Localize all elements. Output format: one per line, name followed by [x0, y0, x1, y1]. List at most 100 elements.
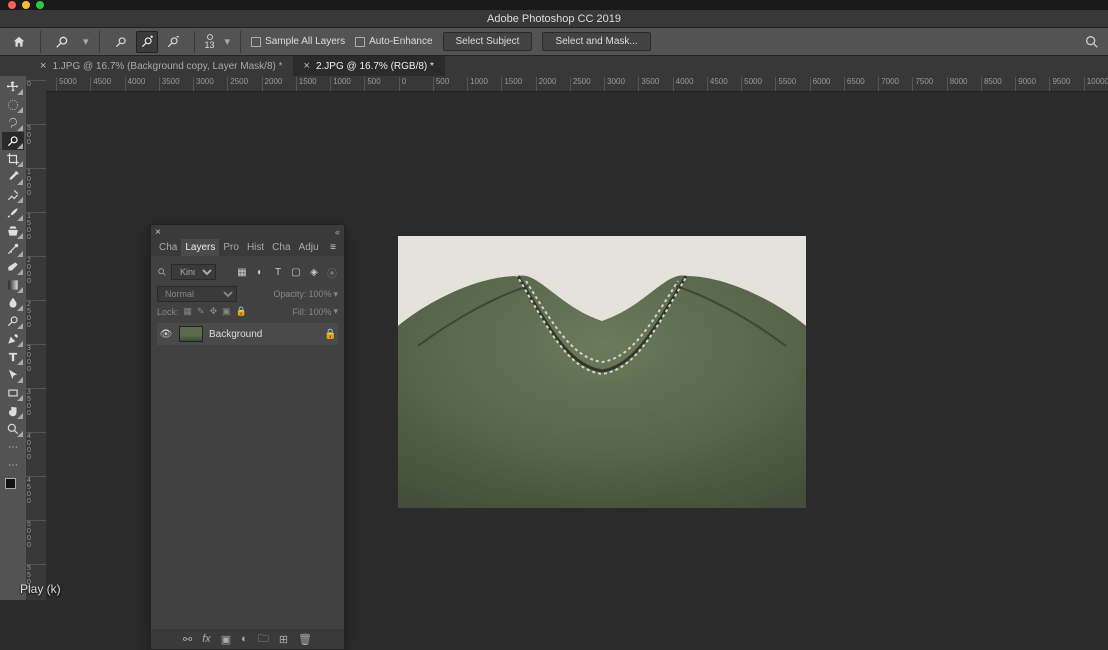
select-and-mask-button[interactable]: Select and Mask... [542, 32, 650, 51]
document-tab[interactable]: × 2.JPG @ 16.7% (RGB/8) * [294, 56, 445, 76]
panel-tab[interactable]: Pro [219, 239, 243, 256]
panel-footer: ⚯ fx ▣ ◐ 🗀 ⊞ 🗑 [151, 629, 344, 649]
brush-tool[interactable] [2, 204, 24, 222]
ruler-tick: 5500 [775, 77, 796, 91]
zoom-tool[interactable] [2, 420, 24, 438]
pen-tool[interactable] [2, 330, 24, 348]
clone-stamp-tool[interactable] [2, 222, 24, 240]
minimize-window-icon[interactable] [22, 1, 30, 9]
ruler-tick: 1500 [296, 77, 317, 91]
filter-adjust-icon[interactable]: ◐ [254, 266, 266, 278]
close-window-icon[interactable] [8, 1, 16, 9]
ruler-tick: 0 [26, 80, 46, 88]
lock-position-icon[interactable]: ✥ [210, 306, 218, 317]
filter-type-icon[interactable]: T [272, 266, 284, 278]
edit-toolbar[interactable]: ⋯ [2, 456, 24, 474]
ruler-tick: 4500 [26, 476, 46, 505]
select-subject-button[interactable]: Select Subject [443, 32, 533, 51]
link-layers-icon[interactable]: ⚯ [183, 633, 192, 646]
filter-smart-icon[interactable]: ◈ [308, 266, 320, 278]
maximize-window-icon[interactable] [36, 1, 44, 9]
close-tab-icon[interactable]: × [304, 60, 310, 72]
adjustment-layer-icon[interactable]: ◐ [241, 633, 248, 645]
opacity-value[interactable]: 100% [308, 289, 331, 299]
layer-visibility-icon[interactable]: 👁 [159, 329, 173, 340]
auto-enhance-checkbox[interactable]: Auto-Enhance [355, 36, 432, 47]
gradient-tool[interactable] [2, 276, 24, 294]
healing-brush-tool[interactable] [2, 186, 24, 204]
dropdown-caret-icon[interactable]: ▾ [225, 35, 231, 48]
ruler-tick: 5000 [741, 77, 762, 91]
panel-close-icon[interactable]: × [155, 227, 161, 238]
foreground-color-swatch[interactable] [5, 478, 16, 489]
panel-tab[interactable]: Hist [243, 239, 268, 256]
foreground-background-colors[interactable] [5, 478, 21, 494]
delete-layer-icon[interactable]: 🗑 [298, 633, 312, 646]
document-canvas[interactable] [398, 236, 806, 508]
move-tool[interactable] [2, 78, 24, 96]
layers-panel[interactable]: × « Cha Layers Pro Hist Cha Adju ≡ Kind [150, 224, 345, 650]
lock-image-icon[interactable]: ✎ [197, 306, 205, 317]
blur-tool[interactable] [2, 294, 24, 312]
layer-row[interactable]: 👁 Background 🔒 [157, 323, 338, 345]
layer-group-icon[interactable]: 🗀 [258, 630, 269, 649]
tools-panel: ⋯ ⋯ [0, 76, 26, 600]
add-to-selection-icon[interactable] [136, 31, 158, 53]
filter-toggle-icon[interactable]: ⦿ [326, 266, 338, 278]
quick-selection-tool[interactable] [2, 132, 24, 150]
divider [240, 31, 241, 53]
dropdown-caret-icon[interactable]: ▾ [333, 289, 338, 300]
home-button[interactable] [8, 31, 30, 53]
panel-tab[interactable]: Adju [295, 239, 323, 256]
close-tab-icon[interactable]: × [40, 60, 46, 72]
layer-style-icon[interactable]: fx [202, 633, 211, 645]
panel-menu-icon[interactable]: ≡ [326, 242, 340, 253]
new-layer-icon[interactable]: ⊞ [279, 633, 288, 646]
blend-mode-select[interactable]: Normal [157, 286, 237, 302]
panel-tab[interactable]: Layers [181, 239, 219, 256]
panel-titlebar[interactable]: × « [151, 225, 344, 239]
new-selection-icon[interactable] [110, 31, 132, 53]
lasso-tool[interactable] [2, 114, 24, 132]
dropdown-caret-icon[interactable]: ▾ [83, 35, 89, 48]
marquee-tool[interactable] [2, 96, 24, 114]
type-tool[interactable] [2, 348, 24, 366]
document-tab[interactable]: × 1.JPG @ 16.7% (Background copy, Layer … [30, 56, 294, 76]
crop-tool[interactable] [2, 150, 24, 168]
ruler-tick: 500 [433, 77, 449, 91]
ruler-tick: 3000 [604, 77, 625, 91]
dodge-tool[interactable] [2, 312, 24, 330]
lock-transparent-icon[interactable]: ▦ [184, 306, 193, 317]
canvas-surface[interactable]: × « Cha Layers Pro Hist Cha Adju ≡ Kind [46, 92, 1108, 600]
lock-all-icon[interactable]: 🔒 [236, 306, 247, 317]
eraser-tool[interactable] [2, 258, 24, 276]
panel-collapse-icon[interactable]: « [335, 227, 340, 237]
lock-artboard-icon[interactable]: ▣ [222, 306, 231, 317]
path-selection-tool[interactable] [2, 366, 24, 384]
panel-tab[interactable]: Cha [155, 239, 181, 256]
ruler-tick: 8000 [947, 77, 968, 91]
panel-tab[interactable]: Cha [268, 239, 294, 256]
toolbar-more[interactable]: ⋯ [2, 438, 24, 456]
dropdown-caret-icon[interactable]: ▾ [333, 306, 338, 317]
history-brush-tool[interactable] [2, 240, 24, 258]
fill-value[interactable]: 100% [308, 307, 331, 317]
brush-size-picker[interactable]: 13 [205, 34, 215, 50]
layer-mask-icon[interactable]: ▣ [221, 633, 231, 646]
filter-pixel-icon[interactable]: ▦ [236, 266, 248, 278]
checkbox-icon [355, 37, 365, 47]
divider [194, 31, 195, 53]
play-tooltip: Play (k) [20, 582, 61, 596]
hand-tool[interactable] [2, 402, 24, 420]
subtract-from-selection-icon[interactable] [162, 31, 184, 53]
layer-thumbnail[interactable] [179, 326, 203, 342]
layer-name[interactable]: Background [209, 329, 318, 340]
sample-all-layers-checkbox[interactable]: Sample All Layers [251, 36, 345, 47]
rectangle-tool[interactable] [2, 384, 24, 402]
filter-shape-icon[interactable]: ▢ [290, 266, 302, 278]
eyedropper-tool[interactable] [2, 168, 24, 186]
search-icon[interactable] [1084, 34, 1100, 50]
layer-filter-kind[interactable]: Kind [171, 264, 216, 280]
quick-select-tool-icon[interactable] [51, 31, 73, 53]
ruler-tick: 7000 [878, 77, 899, 91]
